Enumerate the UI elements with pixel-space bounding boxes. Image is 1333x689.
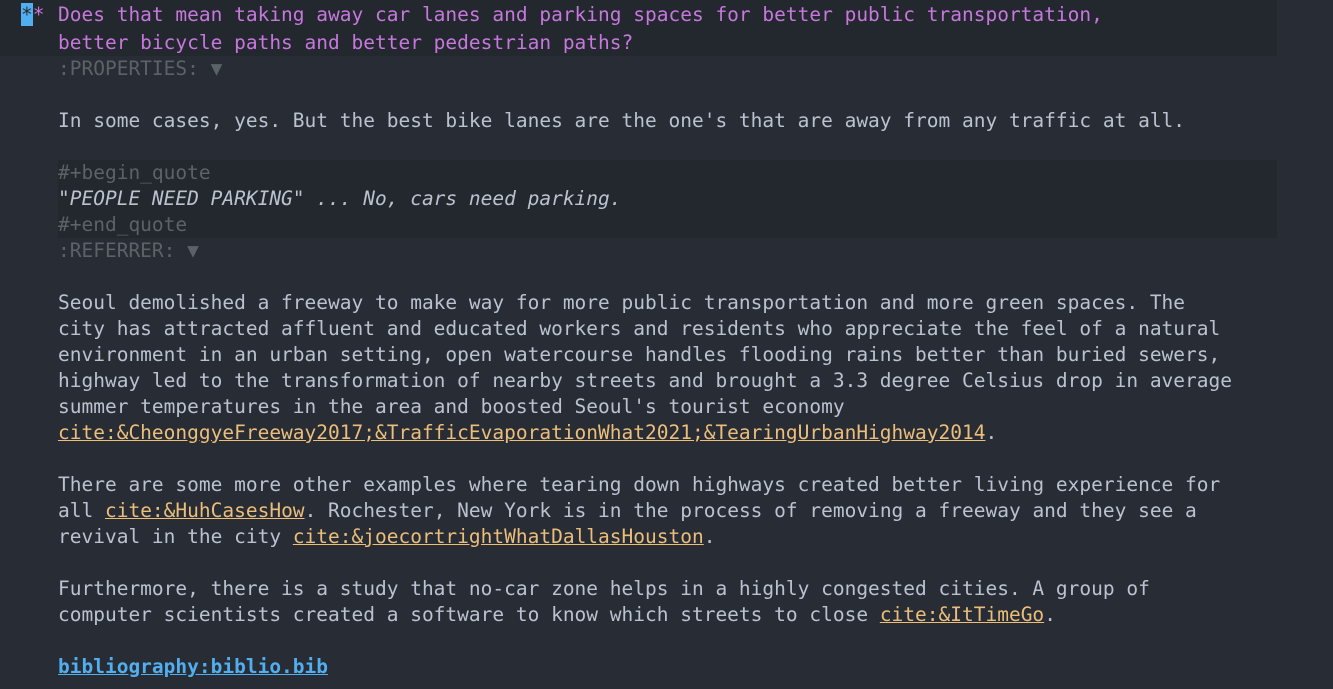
heading-line-2[interactable]: better bicycle paths and better pedestri…: [58, 30, 633, 56]
paragraph-2-line-3: revival in the city cite:&joecortrightWh…: [58, 524, 715, 550]
quote-text: "PEOPLE NEED PARKING" ... No, cars need …: [58, 187, 622, 210]
punctuation: .: [1044, 603, 1056, 626]
bibliography-link[interactable]: bibliography:biblio.bib: [58, 655, 328, 678]
referrer-drawer[interactable]: :REFERRER: ▼: [58, 238, 199, 264]
bibliography-line: bibliography:biblio.bib: [58, 654, 328, 680]
heading-stars[interactable]: **: [21, 2, 45, 28]
text-cursor: *: [21, 3, 33, 26]
citation-link[interactable]: cite:&joecortrightWhatDallasHouston: [293, 525, 704, 548]
punctuation: .: [703, 525, 716, 548]
intro-text: In some cases, yes. But the best bike la…: [58, 109, 1186, 132]
paragraph-1-line-5: summer temperatures in the area and boos…: [58, 395, 845, 418]
text-segment: . Rochester, New York is in the process …: [304, 499, 1197, 522]
citation-link[interactable]: cite:&CheonggyeFreeway2017;&TrafficEvapo…: [58, 421, 985, 444]
citation-link[interactable]: cite:&HuhCasesHow: [105, 499, 305, 522]
punctuation: .: [985, 421, 998, 444]
paragraph-3-line-2: computer scientists created a software t…: [58, 602, 1056, 628]
quote-begin-keyword: #+begin_quote: [58, 161, 211, 184]
citation-link[interactable]: cite:&ItTimeGo: [880, 603, 1044, 626]
paragraph-1-line-4: highway led to the transformation of nea…: [58, 369, 1232, 392]
text-segment: computer scientists created a software t…: [58, 603, 880, 626]
heading-star: *: [32, 3, 45, 26]
quote-end-keyword: #+end_quote: [58, 213, 188, 236]
heading-line-1[interactable]: Does that mean taking away car lanes and…: [58, 2, 1103, 28]
paragraph-2-line-2: all cite:&HuhCasesHow. Rochester, New Yo…: [58, 498, 1197, 524]
paragraph-1-line-1: Seoul demolished a freeway to make way f…: [58, 291, 1186, 314]
paragraph-3-line-1: Furthermore, there is a study that no-ca…: [58, 577, 1150, 600]
properties-drawer[interactable]: :PROPERTIES: ▼: [58, 56, 222, 82]
text-segment: all: [58, 499, 105, 522]
paragraph-2-line-1: There are some more other examples where…: [58, 473, 1221, 496]
editor-buffer[interactable]: ** Does that mean taking away car lanes …: [0, 0, 1333, 689]
paragraph-1-line-3: environment in an urban setting, open wa…: [58, 343, 1221, 366]
text-segment: revival in the city: [58, 525, 293, 548]
paragraph-1-line-2: city has attracted affluent and educated…: [58, 317, 1221, 340]
paragraph-1-line-6: cite:&CheonggyeFreeway2017;&TrafficEvapo…: [58, 420, 997, 446]
